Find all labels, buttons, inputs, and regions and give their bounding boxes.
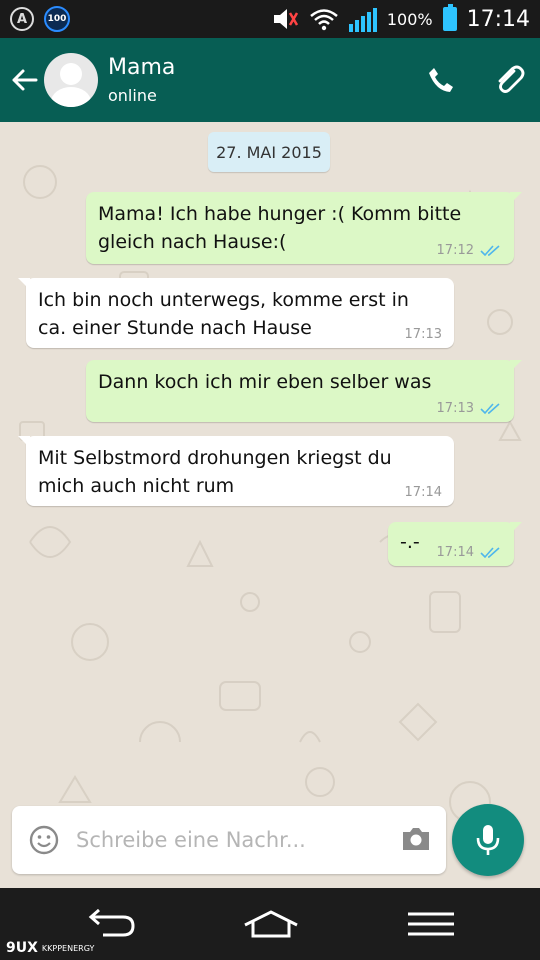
clock: 17:14 — [466, 6, 530, 32]
chat-header: Mama online — [0, 38, 540, 122]
double-check-icon — [480, 546, 500, 558]
mic-button[interactable] — [452, 804, 524, 876]
message-outgoing[interactable]: -.- 17:14 — [388, 522, 522, 566]
camera-button[interactable] — [400, 824, 432, 858]
mute-icon — [273, 9, 298, 29]
message-time: 17:14 — [436, 545, 474, 560]
message-incoming[interactable]: Mit Selbstmord drohungen kriegst du mich… — [18, 436, 454, 506]
phone-icon[interactable] — [426, 65, 456, 95]
back-button[interactable] — [4, 38, 44, 122]
home-icon — [244, 910, 298, 938]
double-check-icon — [480, 244, 500, 256]
arrow-left-icon — [12, 69, 38, 91]
contact-info[interactable]: Mama online — [108, 55, 175, 105]
menu-icon — [408, 912, 454, 936]
contact-status: online — [108, 86, 157, 105]
emoji-button[interactable] — [12, 824, 76, 856]
message-text: Ich bin noch unterwegs, komme erst in ca… — [38, 289, 416, 339]
battery-icon — [442, 4, 457, 31]
contact-name: Mama — [108, 55, 176, 80]
status-bar: A 100 100% 17:14 — [0, 0, 540, 38]
message-input[interactable] — [76, 828, 366, 852]
message-outgoing[interactable]: Mama! Ich habe hunger :( Komm bitte glei… — [86, 192, 522, 264]
battery-percent: 100% — [386, 9, 433, 29]
system-nav-bar: 9UX KKPPENERGY — [0, 888, 540, 960]
message-incoming[interactable]: Ich bin noch unterwegs, komme erst in ca… — [18, 278, 454, 348]
message-time: 17:12 — [436, 243, 474, 258]
watermark: 9UX KKPPENERGY — [6, 940, 94, 956]
message-text: Mit Selbstmord drohungen kriegst du mich… — [38, 447, 398, 497]
message-outgoing[interactable]: Dann koch ich mir eben selber was 17:13 — [86, 360, 522, 422]
paperclip-icon[interactable] — [492, 63, 526, 97]
message-time: 17:13 — [436, 401, 474, 416]
nav-home-button[interactable] — [226, 888, 316, 960]
notification-badge: 100 — [44, 6, 70, 32]
message-text: Dann koch ich mir eben selber was — [98, 371, 432, 393]
accessibility-icon: A — [10, 7, 34, 31]
camera-icon — [403, 828, 429, 850]
message-composer — [12, 806, 446, 874]
wifi-icon — [310, 9, 338, 31]
avatar[interactable] — [44, 53, 98, 107]
message-time: 17:13 — [404, 327, 442, 342]
watermark-sub: KKPPENERGY — [41, 943, 95, 953]
message-time: 17:14 — [404, 485, 442, 500]
watermark-logo: 9UX — [6, 940, 38, 956]
back-arrow-icon — [88, 909, 135, 937]
date-divider: 27. MAI 2015 — [208, 132, 330, 172]
nav-menu-button[interactable] — [386, 888, 476, 960]
smiley-icon — [29, 825, 59, 855]
double-check-icon — [480, 402, 500, 414]
signal-icon — [348, 6, 377, 32]
chat-area[interactable]: 27. MAI 2015 Mama! Ich habe hunger :( Ko… — [0, 122, 540, 888]
microphone-icon — [476, 825, 500, 855]
